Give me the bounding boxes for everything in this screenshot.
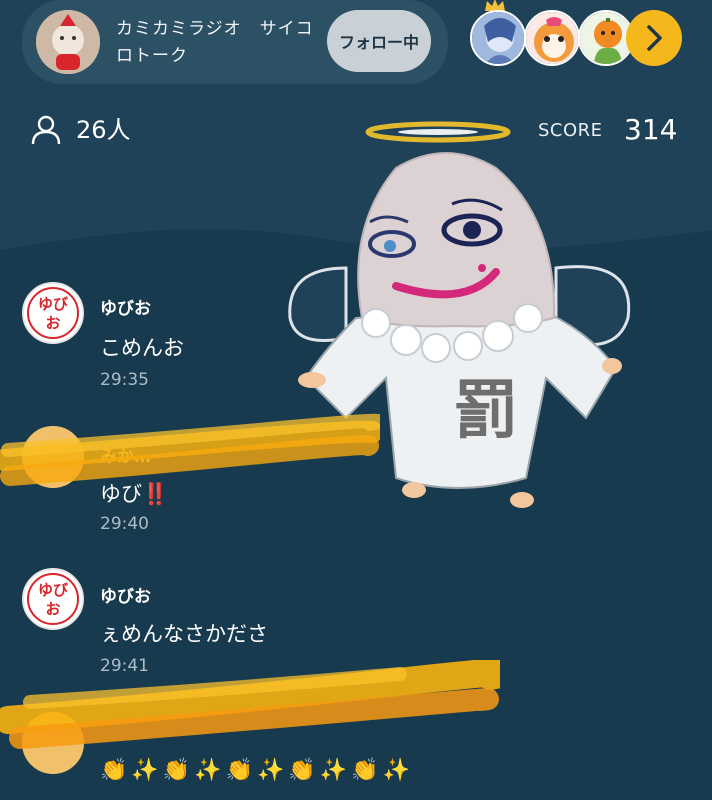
redaction-scribble xyxy=(0,660,500,749)
room-title[interactable]: カミカミラジオ サイコロトーク xyxy=(116,16,316,70)
redaction-scribble xyxy=(0,413,380,486)
listener-count-icon xyxy=(31,115,61,145)
hanko-avatar-text: ゆびお xyxy=(27,573,79,625)
listener-avatar-2[interactable] xyxy=(524,10,580,66)
comment-text: こめんお xyxy=(100,336,184,360)
comment-time: 29:40 xyxy=(100,514,149,534)
room-host-avatar[interactable] xyxy=(36,10,100,74)
sticker-text: 罰 xyxy=(454,373,518,448)
comment-item: ゆびお ゆびお こめんお 29:35 xyxy=(0,282,440,402)
follow-button[interactable]: フォロー中 xyxy=(327,10,431,72)
commenter-avatar[interactable]: ゆびお xyxy=(22,282,84,344)
comment-emoji-row: 👏✨👏✨👏✨👏✨👏✨ xyxy=(100,758,414,783)
commenter-name[interactable]: ゆびお xyxy=(100,294,151,319)
commenter-name[interactable]: ゆびお xyxy=(100,582,151,607)
next-listeners-button[interactable] xyxy=(626,10,682,66)
listener-avatar-1[interactable] xyxy=(470,10,526,66)
comment-time: 29:35 xyxy=(100,370,149,390)
hanko-avatar-text: ゆびお xyxy=(27,287,79,339)
commenter-avatar[interactable]: ゆびお xyxy=(22,568,84,630)
chevron-right-icon xyxy=(647,25,662,51)
listener-count[interactable]: 26人 xyxy=(76,114,131,146)
comment-text: ぇめんなさかださ xyxy=(100,622,268,646)
